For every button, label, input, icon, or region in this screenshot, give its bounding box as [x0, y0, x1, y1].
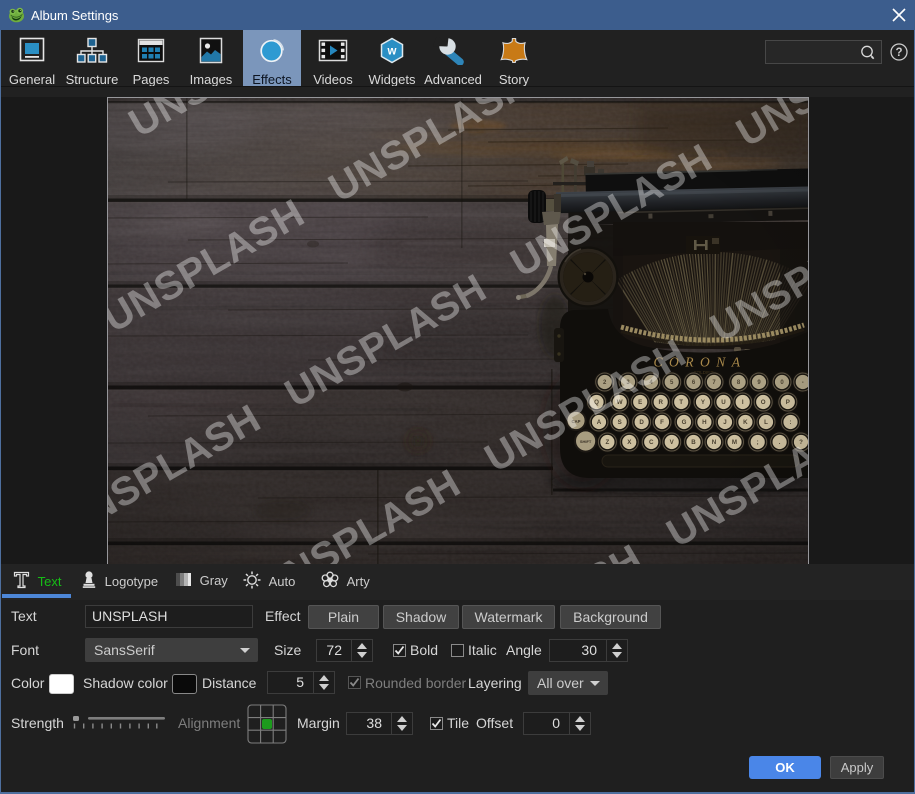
svg-text:w: w	[387, 46, 397, 58]
svg-text:?: ?	[895, 47, 902, 59]
